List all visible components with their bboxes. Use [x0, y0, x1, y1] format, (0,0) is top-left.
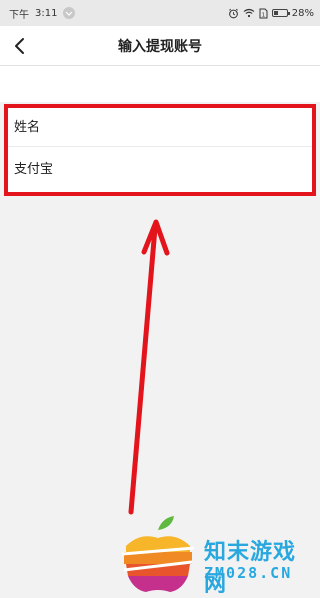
status-time: 3:11 — [35, 7, 58, 19]
screen: 下午 3:11 1 28% 输入提现账号 姓名 支付宝 知末游戏网 ZM028.… — [0, 0, 320, 598]
battery-fill — [273, 11, 278, 15]
alipay-field[interactable]: 支付宝 — [6, 146, 314, 188]
name-label: 姓名 — [14, 119, 41, 135]
watermark: 知末游戏网 ZM028.CN — [118, 512, 318, 597]
alarm-icon — [228, 8, 239, 19]
back-button[interactable] — [8, 34, 32, 58]
sim-icon: 1 — [259, 8, 268, 19]
svg-text:1: 1 — [261, 12, 265, 18]
chevron-left-icon — [15, 38, 24, 54]
battery-label: 28% — [291, 7, 314, 19]
account-form: 姓名 支付宝 — [6, 104, 314, 192]
page-title: 输入提现账号 — [118, 38, 202, 55]
wifi-icon — [243, 8, 255, 18]
apple-logo-icon — [121, 516, 195, 592]
status-bar: 下午 3:11 1 28% — [0, 0, 320, 26]
notification-icon — [63, 7, 76, 19]
name-field[interactable]: 姓名 — [6, 104, 314, 146]
watermark-text-en: ZM028.CN — [204, 564, 293, 582]
nav-bar: 输入提现账号 — [0, 26, 320, 66]
header-spacer — [0, 66, 320, 102]
status-left: 下午 3:11 — [9, 6, 76, 21]
battery-icon — [271, 9, 290, 17]
alipay-label: 支付宝 — [14, 162, 54, 177]
status-right: 1 28% — [228, 8, 314, 19]
status-ampm: 下午 — [9, 9, 29, 21]
